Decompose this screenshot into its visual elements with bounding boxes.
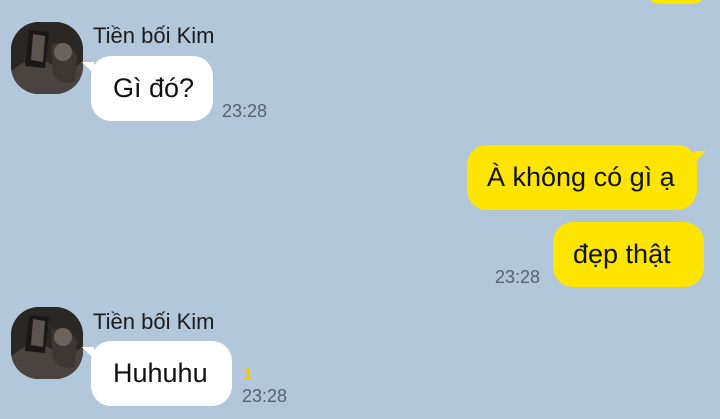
sender-avatar[interactable] bbox=[11, 22, 83, 94]
message-time: 23:28 bbox=[242, 386, 288, 406]
previous-message-bubble bbox=[646, 0, 706, 4]
message-text: Huhuhu bbox=[113, 358, 208, 388]
incoming-message-bubble[interactable]: Gì đó? bbox=[82, 56, 213, 121]
message-text: Gì đó? bbox=[113, 73, 195, 103]
message-time: 23:28 bbox=[495, 267, 541, 287]
sender-avatar[interactable] bbox=[11, 307, 83, 379]
unread-count-badge: 1 bbox=[243, 365, 253, 384]
chat-area[interactable]: Tiền bối Kim Gì đó? 23:28 À không có gì … bbox=[0, 0, 720, 419]
sender-name: Tiền bối Kim bbox=[93, 309, 215, 334]
incoming-message-bubble[interactable]: Huhuhu bbox=[82, 341, 232, 406]
message-time: 23:28 bbox=[222, 101, 268, 121]
outgoing-message-bubble[interactable]: À không có gì ạ bbox=[467, 145, 706, 210]
profile-photo-icon bbox=[11, 22, 83, 94]
profile-photo-icon bbox=[11, 307, 83, 379]
outgoing-message-bubble[interactable]: đẹp thật bbox=[553, 222, 704, 287]
message-text: đẹp thật bbox=[573, 239, 671, 269]
message-text: À không có gì ạ bbox=[487, 162, 675, 192]
sender-name: Tiền bối Kim bbox=[93, 23, 215, 48]
